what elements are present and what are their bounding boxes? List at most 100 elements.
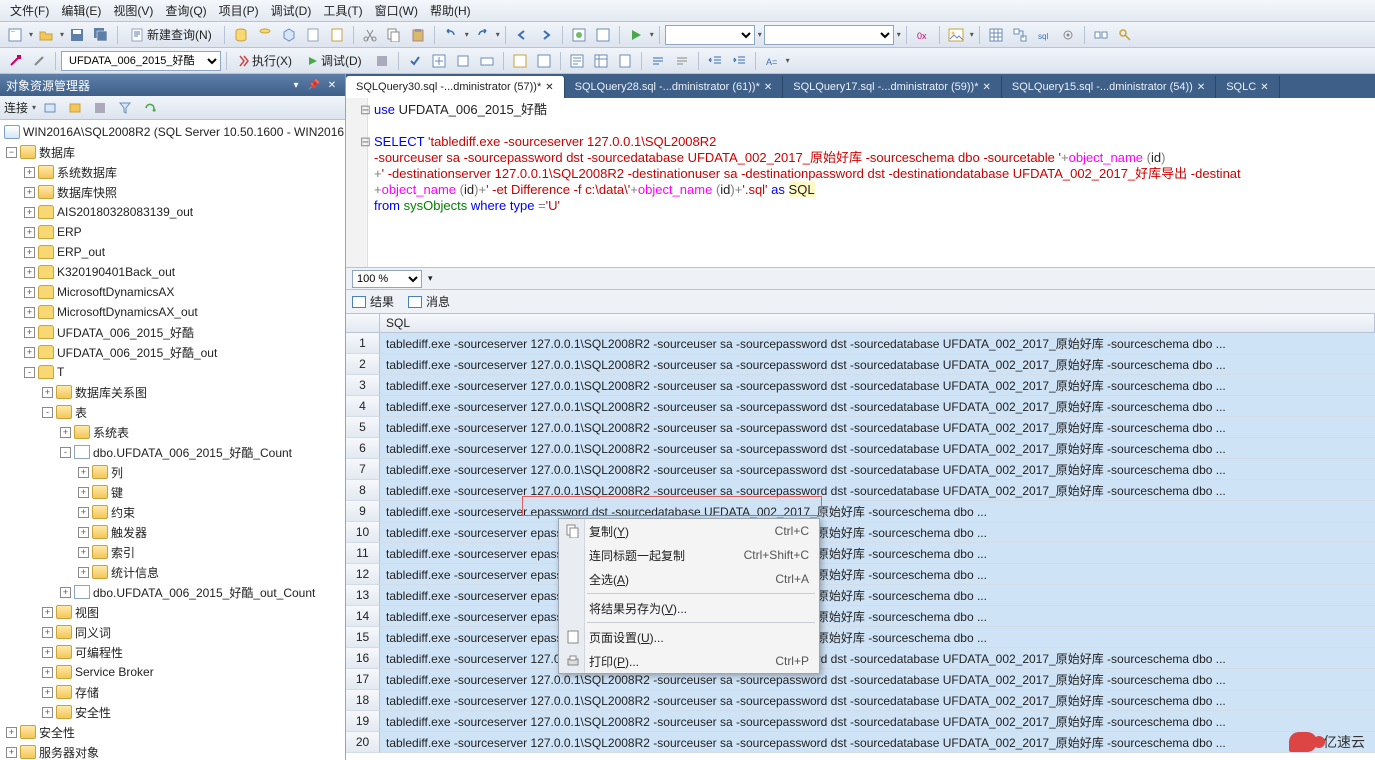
refresh-icon[interactable] <box>139 97 161 119</box>
expand-icon[interactable]: + <box>42 627 53 638</box>
dropdown-arrow-icon[interactable]: ▾ <box>32 103 36 112</box>
dropdown-arrow-icon[interactable]: ▾ <box>650 30 654 39</box>
dropdown-arrow-icon[interactable]: ▾ <box>897 30 901 39</box>
grid-row[interactable]: 17 tablediff.exe -sourceserver 127.0.0.1… <box>346 669 1375 690</box>
db-engine-icon[interactable] <box>254 24 276 46</box>
grid-row[interactable]: 10 tablediff.exe -sourceserver epassword… <box>346 522 1375 543</box>
menu-item[interactable]: 工具(T) <box>317 0 368 21</box>
include-stats-icon[interactable] <box>533 50 555 72</box>
editor-tab[interactable]: SQLQuery30.sql -...dministrator (57))*✕ <box>346 76 565 98</box>
tree-node[interactable]: + MicrosoftDynamicsAX_out <box>0 302 345 322</box>
row-number[interactable]: 14 <box>346 606 380 627</box>
row-number[interactable]: 16 <box>346 648 380 669</box>
editor-tab[interactable]: SQLQuery15.sql -...dministrator (54))✕ <box>1002 76 1216 98</box>
dropdown-arrow-icon[interactable]: ▾ <box>465 30 469 39</box>
context-menu-item[interactable]: 将结果另存为(V)... <box>559 596 819 620</box>
indent-dec-icon[interactable] <box>704 50 726 72</box>
expand-icon[interactable]: + <box>42 647 53 658</box>
grid-cell[interactable]: tablediff.exe -sourceserver epassword ds… <box>380 627 1375 648</box>
expand-icon[interactable]: + <box>24 287 35 298</box>
tree-node[interactable]: - dbo.UFDATA_006_2015_好酷_Count <box>0 442 345 462</box>
row-number[interactable]: 9 <box>346 501 380 522</box>
grid-cell[interactable]: tablediff.exe -sourceserver epassword ds… <box>380 585 1375 606</box>
table-icon[interactable] <box>985 24 1007 46</box>
tree-node[interactable]: + 同义词 <box>0 622 345 642</box>
debug-button[interactable]: 调试(D) <box>301 50 369 72</box>
menu-item[interactable]: 编辑(E) <box>55 0 107 21</box>
grid-row[interactable]: 7 tablediff.exe -sourceserver 127.0.0.1\… <box>346 459 1375 480</box>
diagram-icon[interactable] <box>1009 24 1031 46</box>
grid-row[interactable]: 13 tablediff.exe -sourceserver epassword… <box>346 585 1375 606</box>
nav-back-icon[interactable] <box>511 24 533 46</box>
row-number[interactable]: 15 <box>346 627 380 648</box>
collapse-icon[interactable]: − <box>6 147 17 158</box>
expand-icon[interactable]: + <box>24 267 35 278</box>
zoom-combo[interactable]: 100 % <box>352 270 422 288</box>
grid-row[interactable]: 3 tablediff.exe -sourceserver 127.0.0.1\… <box>346 375 1375 396</box>
grid-row[interactable]: 14 tablediff.exe -sourceserver epassword… <box>346 606 1375 627</box>
menu-item[interactable]: 帮助(H) <box>424 0 477 21</box>
grid-cell[interactable]: tablediff.exe -sourceserver epassword ds… <box>380 501 1375 522</box>
tree-node[interactable]: + 数据库关系图 <box>0 382 345 402</box>
tree-node[interactable]: + AIS20180328083139_out <box>0 202 345 222</box>
change-conn-icon[interactable] <box>28 50 50 72</box>
expand-icon[interactable]: + <box>24 207 35 218</box>
dropdown-arrow-icon[interactable]: ▾ <box>758 30 762 39</box>
tree-node[interactable]: + UFDATA_006_2015_好酷_out <box>0 342 345 362</box>
expand-icon[interactable]: + <box>78 567 89 578</box>
result-text-icon[interactable] <box>566 50 588 72</box>
connect-btn-icon[interactable] <box>39 97 61 119</box>
script-icon[interactable] <box>326 24 348 46</box>
tree-node[interactable]: + ERP_out <box>0 242 345 262</box>
grid-cell[interactable]: tablediff.exe -sourceserver epassword ds… <box>380 543 1375 564</box>
row-number[interactable]: 17 <box>346 669 380 690</box>
row-number[interactable]: 11 <box>346 543 380 564</box>
save-all-icon[interactable] <box>90 24 112 46</box>
dropdown-arrow-icon[interactable]: ▾ <box>29 30 33 39</box>
menu-item[interactable]: 视图(V) <box>107 0 159 21</box>
context-menu-item[interactable]: 连同标题一起复制 Ctrl+Shift+C <box>559 543 819 567</box>
expand-icon[interactable]: + <box>78 507 89 518</box>
expand-icon[interactable]: + <box>78 487 89 498</box>
grid-row[interactable]: 8 tablediff.exe -sourceserver 127.0.0.1\… <box>346 480 1375 501</box>
tree-node[interactable]: + UFDATA_006_2015_好酷 <box>0 322 345 342</box>
nav-fwd-icon[interactable] <box>535 24 557 46</box>
grid-cell[interactable]: tablediff.exe -sourceserver 127.0.0.1\SQ… <box>380 690 1375 711</box>
expand-icon[interactable]: + <box>42 687 53 698</box>
expand-icon[interactable]: + <box>42 607 53 618</box>
expand-icon[interactable]: + <box>24 227 35 238</box>
grid-row[interactable]: 5 tablediff.exe -sourceserver 127.0.0.1\… <box>346 417 1375 438</box>
row-number[interactable]: 8 <box>346 480 380 501</box>
tree-node[interactable]: + 安全性 <box>0 702 345 722</box>
grid-row[interactable]: 1 tablediff.exe -sourceserver 127.0.0.1\… <box>346 333 1375 354</box>
tree-node[interactable]: + 键 <box>0 482 345 502</box>
grid-cell[interactable]: tablediff.exe -sourceserver 127.0.0.1\SQ… <box>380 354 1375 375</box>
row-number[interactable]: 4 <box>346 396 380 417</box>
grid-cell[interactable]: tablediff.exe -sourceserver epassword ds… <box>380 564 1375 585</box>
grid-cell[interactable]: tablediff.exe -sourceserver 127.0.0.1\SQ… <box>380 333 1375 354</box>
thread-combo[interactable] <box>665 25 755 45</box>
connect-icon[interactable] <box>4 50 26 72</box>
activity-icon[interactable] <box>568 24 590 46</box>
context-menu-item[interactable]: 打印(P)... Ctrl+P <box>559 649 819 673</box>
grid-row[interactable]: 16 tablediff.exe -sourceserver 127.0.0.1… <box>346 648 1375 669</box>
cube-icon[interactable] <box>278 24 300 46</box>
row-number[interactable]: 13 <box>346 585 380 606</box>
open-folder-icon[interactable] <box>35 24 57 46</box>
pin-icon[interactable]: 📌 <box>307 78 321 92</box>
parse-icon[interactable] <box>404 50 426 72</box>
zoom-down-icon[interactable]: ▾ <box>428 273 433 284</box>
copy-icon[interactable] <box>383 24 405 46</box>
tree-node[interactable]: + 服务器对象 <box>0 742 345 760</box>
row-number[interactable]: 2 <box>346 354 380 375</box>
tree-node[interactable]: + 约束 <box>0 502 345 522</box>
grid-row[interactable]: 2 tablediff.exe -sourceserver 127.0.0.1\… <box>346 354 1375 375</box>
editor-tab[interactable]: SQLC✕ <box>1216 76 1279 98</box>
server-node[interactable]: WIN2016A\SQL2008R2 (SQL Server 10.50.160… <box>0 122 345 142</box>
row-number[interactable]: 20 <box>346 732 380 753</box>
db-icon[interactable] <box>230 24 252 46</box>
tree-node[interactable]: - 表 <box>0 402 345 422</box>
stack-combo[interactable] <box>764 25 894 45</box>
stop-icon[interactable] <box>371 50 393 72</box>
row-number[interactable]: 5 <box>346 417 380 438</box>
